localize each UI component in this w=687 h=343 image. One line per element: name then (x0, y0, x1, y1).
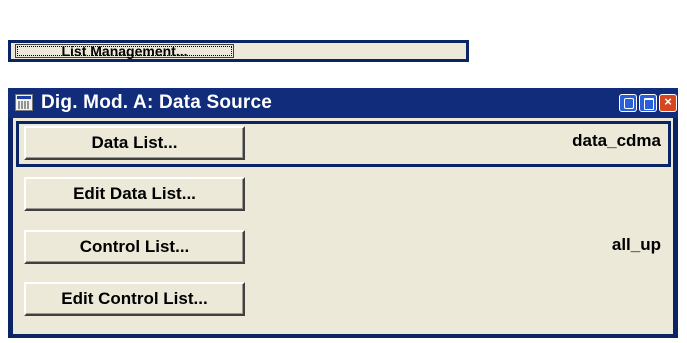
window-app-icon (15, 94, 33, 111)
window-title: Dig. Mod. A: Data Source (41, 92, 273, 113)
control-list-button[interactable]: Control List... (24, 230, 245, 264)
data-list-button[interactable]: Data List... (24, 126, 245, 160)
minimize-icon[interactable] (619, 94, 637, 112)
edit-control-list-button[interactable]: Edit Control List... (24, 282, 245, 316)
data-source-window: Dig. Mod. A: Data Source × Data List... … (8, 88, 678, 338)
maximize-icon[interactable] (639, 94, 657, 112)
list-management-panel: List Management... (8, 40, 469, 62)
window-client-area: Data List... data_cdma Edit Data List...… (13, 118, 673, 334)
edit-data-list-button[interactable]: Edit Data List... (24, 177, 245, 211)
control-list-value: all_up (611, 235, 661, 254)
window-titlebar[interactable]: Dig. Mod. A: Data Source × (8, 88, 678, 118)
list-management-button[interactable]: List Management... (15, 44, 234, 58)
data-list-value: data_cdma (572, 131, 661, 150)
close-icon[interactable]: × (659, 94, 677, 112)
